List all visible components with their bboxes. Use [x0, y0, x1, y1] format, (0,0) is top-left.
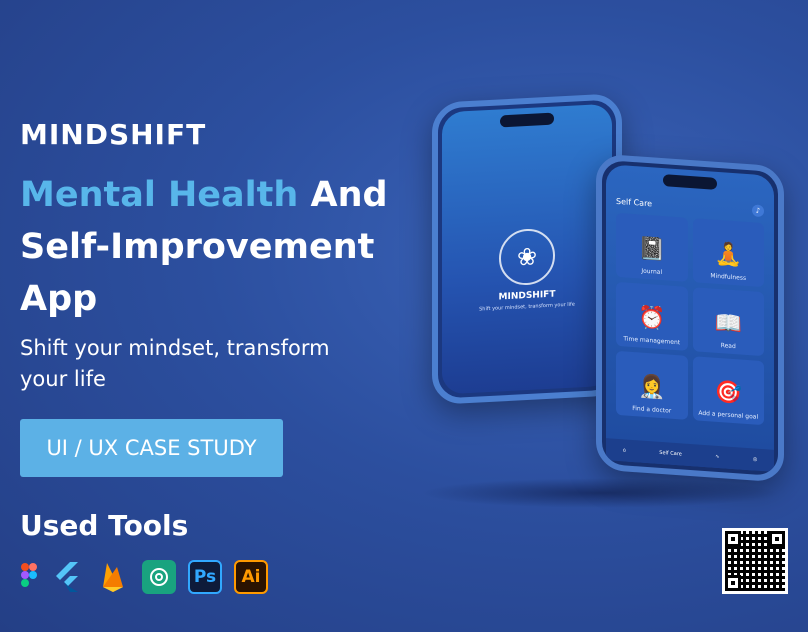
headline-rest: And: [298, 175, 388, 215]
illustrator-icon: Ai: [234, 560, 268, 594]
card-personal-goal[interactable]: 🎯 Add a personal goal: [692, 356, 764, 426]
firebase-icon: [96, 560, 130, 594]
card-read[interactable]: 📖 Read: [692, 287, 764, 357]
card-journal[interactable]: 📓 Journal: [616, 212, 688, 282]
brand-title: MINDSHIFT: [20, 118, 207, 151]
doctor-icon: 👩‍⚕️: [638, 374, 666, 402]
headline-line3: App: [20, 279, 98, 319]
splash-screen: ❀ MINDSHIFT Shift your mindset, transfor…: [442, 103, 612, 395]
card-time-management[interactable]: ⏰ Time management: [616, 281, 688, 351]
tab-stats-icon[interactable]: ∿: [715, 454, 719, 460]
tab-profile-icon[interactable]: ◎: [753, 456, 757, 462]
tab-bar: ⌂ Self Care ∿ ◎: [606, 438, 774, 472]
phone-shadow: [420, 478, 780, 508]
splash-app-name: MINDSHIFT: [498, 289, 556, 302]
card-find-doctor[interactable]: 👩‍⚕️ Find a doctor: [616, 350, 688, 420]
card-label: Find a doctor: [632, 404, 672, 415]
tools-title: Used Tools: [20, 509, 189, 542]
headline-line2: Self-Improvement: [20, 227, 375, 267]
phone-notch: [663, 174, 717, 190]
phone-notch: [500, 112, 554, 128]
card-label: Time management: [623, 335, 681, 347]
selfcare-title: Self Care: [616, 196, 653, 208]
card-mindfulness[interactable]: 🧘 Mindfulness: [692, 218, 764, 288]
chatgpt-icon: [142, 560, 176, 594]
tagline: Shift your mindset, transform your life: [20, 336, 330, 391]
journal-icon: 📓: [638, 236, 666, 264]
figma-icon: [20, 560, 38, 594]
headline: Mental Health And Self-Improvement App: [20, 169, 400, 325]
phone-splash-mockup: ❀ MINDSHIFT Shift your mindset, transfor…: [432, 93, 622, 405]
flutter-icon: [50, 560, 84, 594]
phone-selfcare-mockup: Self Care ♪ 📓 Journal 🧘 Mindfulness ⏰ Time …: [596, 153, 784, 483]
meditation-icon: 🧘: [714, 241, 742, 269]
tools-list: Ps Ai: [20, 560, 400, 594]
hero-text: MINDSHIFT Mental Health And Self-Improve…: [20, 118, 400, 594]
photoshop-icon: Ps: [188, 560, 222, 594]
card-label: Journal: [641, 267, 663, 277]
qr-code: [722, 528, 788, 594]
clock-icon: ⏰: [638, 305, 666, 333]
card-label: Read: [720, 342, 736, 351]
reading-icon: 📖: [714, 310, 742, 338]
selfcare-grid: 📓 Journal 🧘 Mindfulness ⏰ Time management 📖…: [616, 212, 764, 426]
selfcare-screen: Self Care ♪ 📓 Journal 🧘 Mindfulness ⏰ Time …: [606, 164, 774, 472]
card-label: Mindfulness: [710, 272, 747, 282]
case-study-button[interactable]: UI / UX CASE STUDY: [20, 419, 283, 477]
headline-accent: Mental Health: [20, 175, 299, 215]
card-label: Add a personal goal: [698, 409, 759, 421]
splash-subtitle: Shift your mindset, transform your life: [479, 300, 575, 313]
tab-self-care[interactable]: Self Care: [659, 450, 682, 458]
notification-icon[interactable]: ♪: [752, 204, 764, 218]
target-icon: 🎯: [714, 379, 742, 407]
brain-logo-icon: ❀: [499, 227, 555, 286]
tab-home-icon[interactable]: ⌂: [623, 447, 626, 453]
